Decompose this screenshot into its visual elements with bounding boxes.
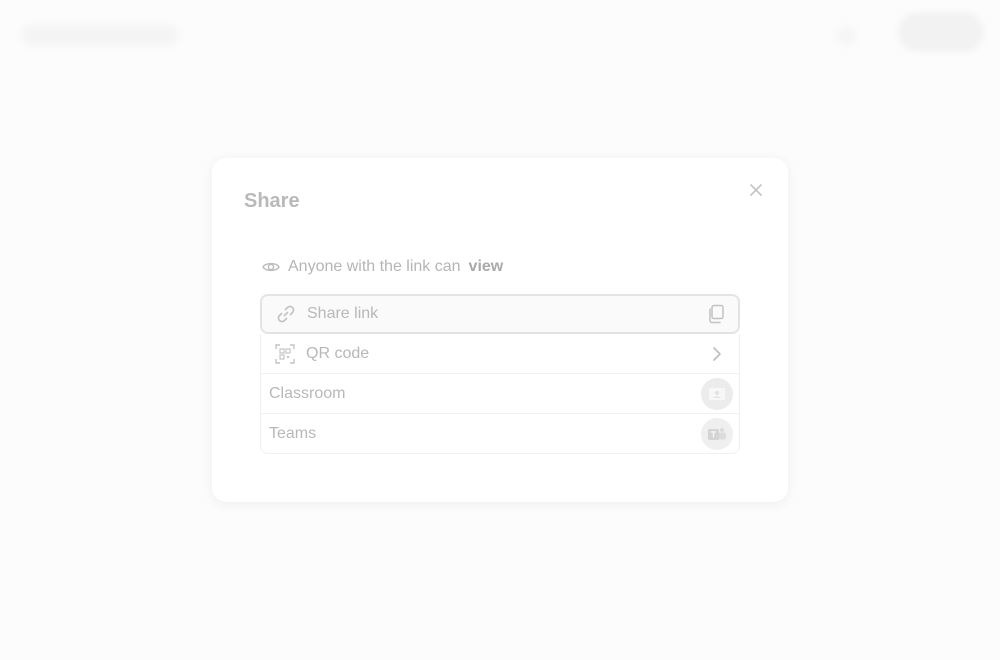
link-icon [274,302,298,326]
classroom-icon [701,377,733,410]
page: Share Anyone with the link can view Shar… [0,0,1000,660]
copy-button[interactable] [700,298,732,330]
share-dialog: Share Anyone with the link can view Shar… [212,158,788,502]
app-logo [22,24,178,46]
share-link-label: Share link [307,305,379,322]
chevron-right-icon [701,338,733,370]
link-access-row: Anyone with the link can view [262,256,503,278]
qr-code-option[interactable]: QR code [260,334,740,374]
classroom-label: Classroom [269,384,346,402]
classroom-option[interactable]: Classroom [260,374,740,414]
eye-icon [262,262,280,272]
qr-code-label: QR code [306,344,370,362]
header-action-button [898,12,984,52]
help-icon [836,26,856,46]
teams-icon [701,417,733,450]
access-permission[interactable]: view [469,258,504,276]
app-header-faded [0,0,1000,70]
dialog-title: Share [244,190,300,212]
qr-code-icon [273,342,297,366]
share-link-option[interactable]: Share link [260,294,740,334]
copy-icon [709,304,724,324]
teams-option[interactable]: Teams [260,414,740,454]
teams-label: Teams [269,424,317,442]
close-button[interactable] [746,180,766,200]
close-icon [750,184,762,196]
share-options-list: Share link QR code Classroom Teams [260,294,740,454]
access-text: Anyone with the link can [288,258,461,275]
